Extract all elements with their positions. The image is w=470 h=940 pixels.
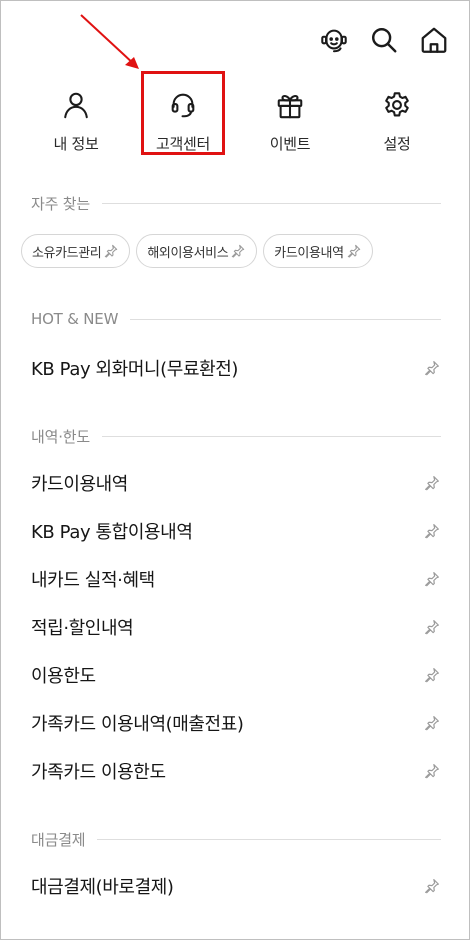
- menu-label: 내카드 실적·혜택: [31, 570, 155, 591]
- search-icon[interactable]: [367, 23, 401, 57]
- quick-my-info[interactable]: 내 정보: [34, 87, 118, 154]
- section-divider: [101, 203, 441, 204]
- section-divider: [97, 839, 441, 840]
- section-frequent-header: 자주 찾는: [31, 193, 441, 214]
- section-title: 대금결제: [31, 831, 86, 849]
- section-title: HOT & NEW: [31, 310, 119, 328]
- menu-points-discount-history[interactable]: 적립·할인내역: [31, 612, 443, 642]
- chip-label: 해외이용서비스: [147, 245, 229, 261]
- menu-label: KB Pay 외화머니(무료환전): [31, 359, 239, 380]
- gift-icon: [248, 87, 332, 123]
- menu-family-card-limit[interactable]: 가족카드 이용한도: [31, 756, 443, 786]
- pin-icon[interactable]: [421, 760, 443, 782]
- menu-label: 가족카드 이용한도: [31, 762, 166, 783]
- pin-icon: [105, 244, 118, 258]
- menu-label: 카드이용내역: [31, 474, 128, 495]
- section-payment-header: 대금결제: [31, 829, 441, 850]
- section-divider: [101, 436, 441, 437]
- quick-label: 설정: [383, 135, 411, 153]
- pin-icon: [347, 244, 360, 258]
- section-hot-new-header: HOT & NEW: [31, 310, 441, 328]
- pin-icon[interactable]: [421, 568, 443, 590]
- section-history-limit-header: 내역·한도: [31, 426, 441, 447]
- menu-my-card-performance[interactable]: 내카드 실적·혜택: [31, 564, 443, 594]
- pin-icon[interactable]: [421, 616, 443, 638]
- menu-card-usage-history[interactable]: 카드이용내역: [31, 468, 443, 498]
- menu-label: 이용한도: [31, 666, 96, 687]
- menu-label: 가족카드 이용내역(매출전표): [31, 714, 244, 735]
- pin-icon[interactable]: [421, 472, 443, 494]
- menu-label: KB Pay 통합이용내역: [31, 522, 193, 543]
- frequent-chips: 소유카드관리 해외이용서비스 카드이용내역: [21, 234, 373, 268]
- menu-label: 대금결제(바로결제): [31, 877, 174, 898]
- chip-overseas-service[interactable]: 해외이용서비스: [136, 234, 258, 268]
- annotation-arrow: [80, 14, 139, 69]
- menu-pay-now[interactable]: 대금결제(바로결제): [31, 871, 443, 901]
- quick-label: 내 정보: [53, 135, 99, 153]
- gear-icon: [355, 87, 439, 123]
- annotation-highlight-box: [141, 71, 225, 155]
- top-bar: [317, 23, 451, 57]
- pin-icon[interactable]: [421, 875, 443, 897]
- home-icon[interactable]: [417, 23, 451, 57]
- quick-label: 이벤트: [269, 135, 311, 153]
- menu-label: 적립·할인내역: [31, 618, 134, 639]
- quick-event[interactable]: 이벤트: [248, 87, 332, 154]
- pin-icon[interactable]: [421, 520, 443, 542]
- person-icon: [34, 87, 118, 123]
- pin-icon[interactable]: [421, 712, 443, 734]
- menu-kbpay-integrated-history[interactable]: KB Pay 통합이용내역: [31, 516, 443, 546]
- quick-menu: 내 정보 고객센터 이벤트 설정: [1, 83, 470, 163]
- menu-family-card-history[interactable]: 가족카드 이용내역(매출전표): [31, 708, 443, 738]
- chip-label: 카드이용내역: [274, 245, 344, 261]
- chip-owned-card-management[interactable]: 소유카드관리: [21, 234, 131, 268]
- section-title: 자주 찾는: [31, 195, 90, 213]
- chatbot-icon[interactable]: [317, 23, 351, 57]
- menu-usage-limit[interactable]: 이용한도: [31, 660, 443, 690]
- section-title: 내역·한도: [31, 428, 90, 446]
- chip-card-usage-history[interactable]: 카드이용내역: [263, 234, 373, 268]
- pin-icon[interactable]: [421, 664, 443, 686]
- quick-settings[interactable]: 설정: [355, 87, 439, 154]
- pin-icon: [232, 244, 245, 258]
- pin-icon[interactable]: [421, 357, 443, 379]
- menu-kbpay-fx-money[interactable]: KB Pay 외화머니(무료환전): [31, 353, 443, 383]
- chip-label: 소유카드관리: [32, 245, 102, 261]
- section-divider: [130, 318, 441, 320]
